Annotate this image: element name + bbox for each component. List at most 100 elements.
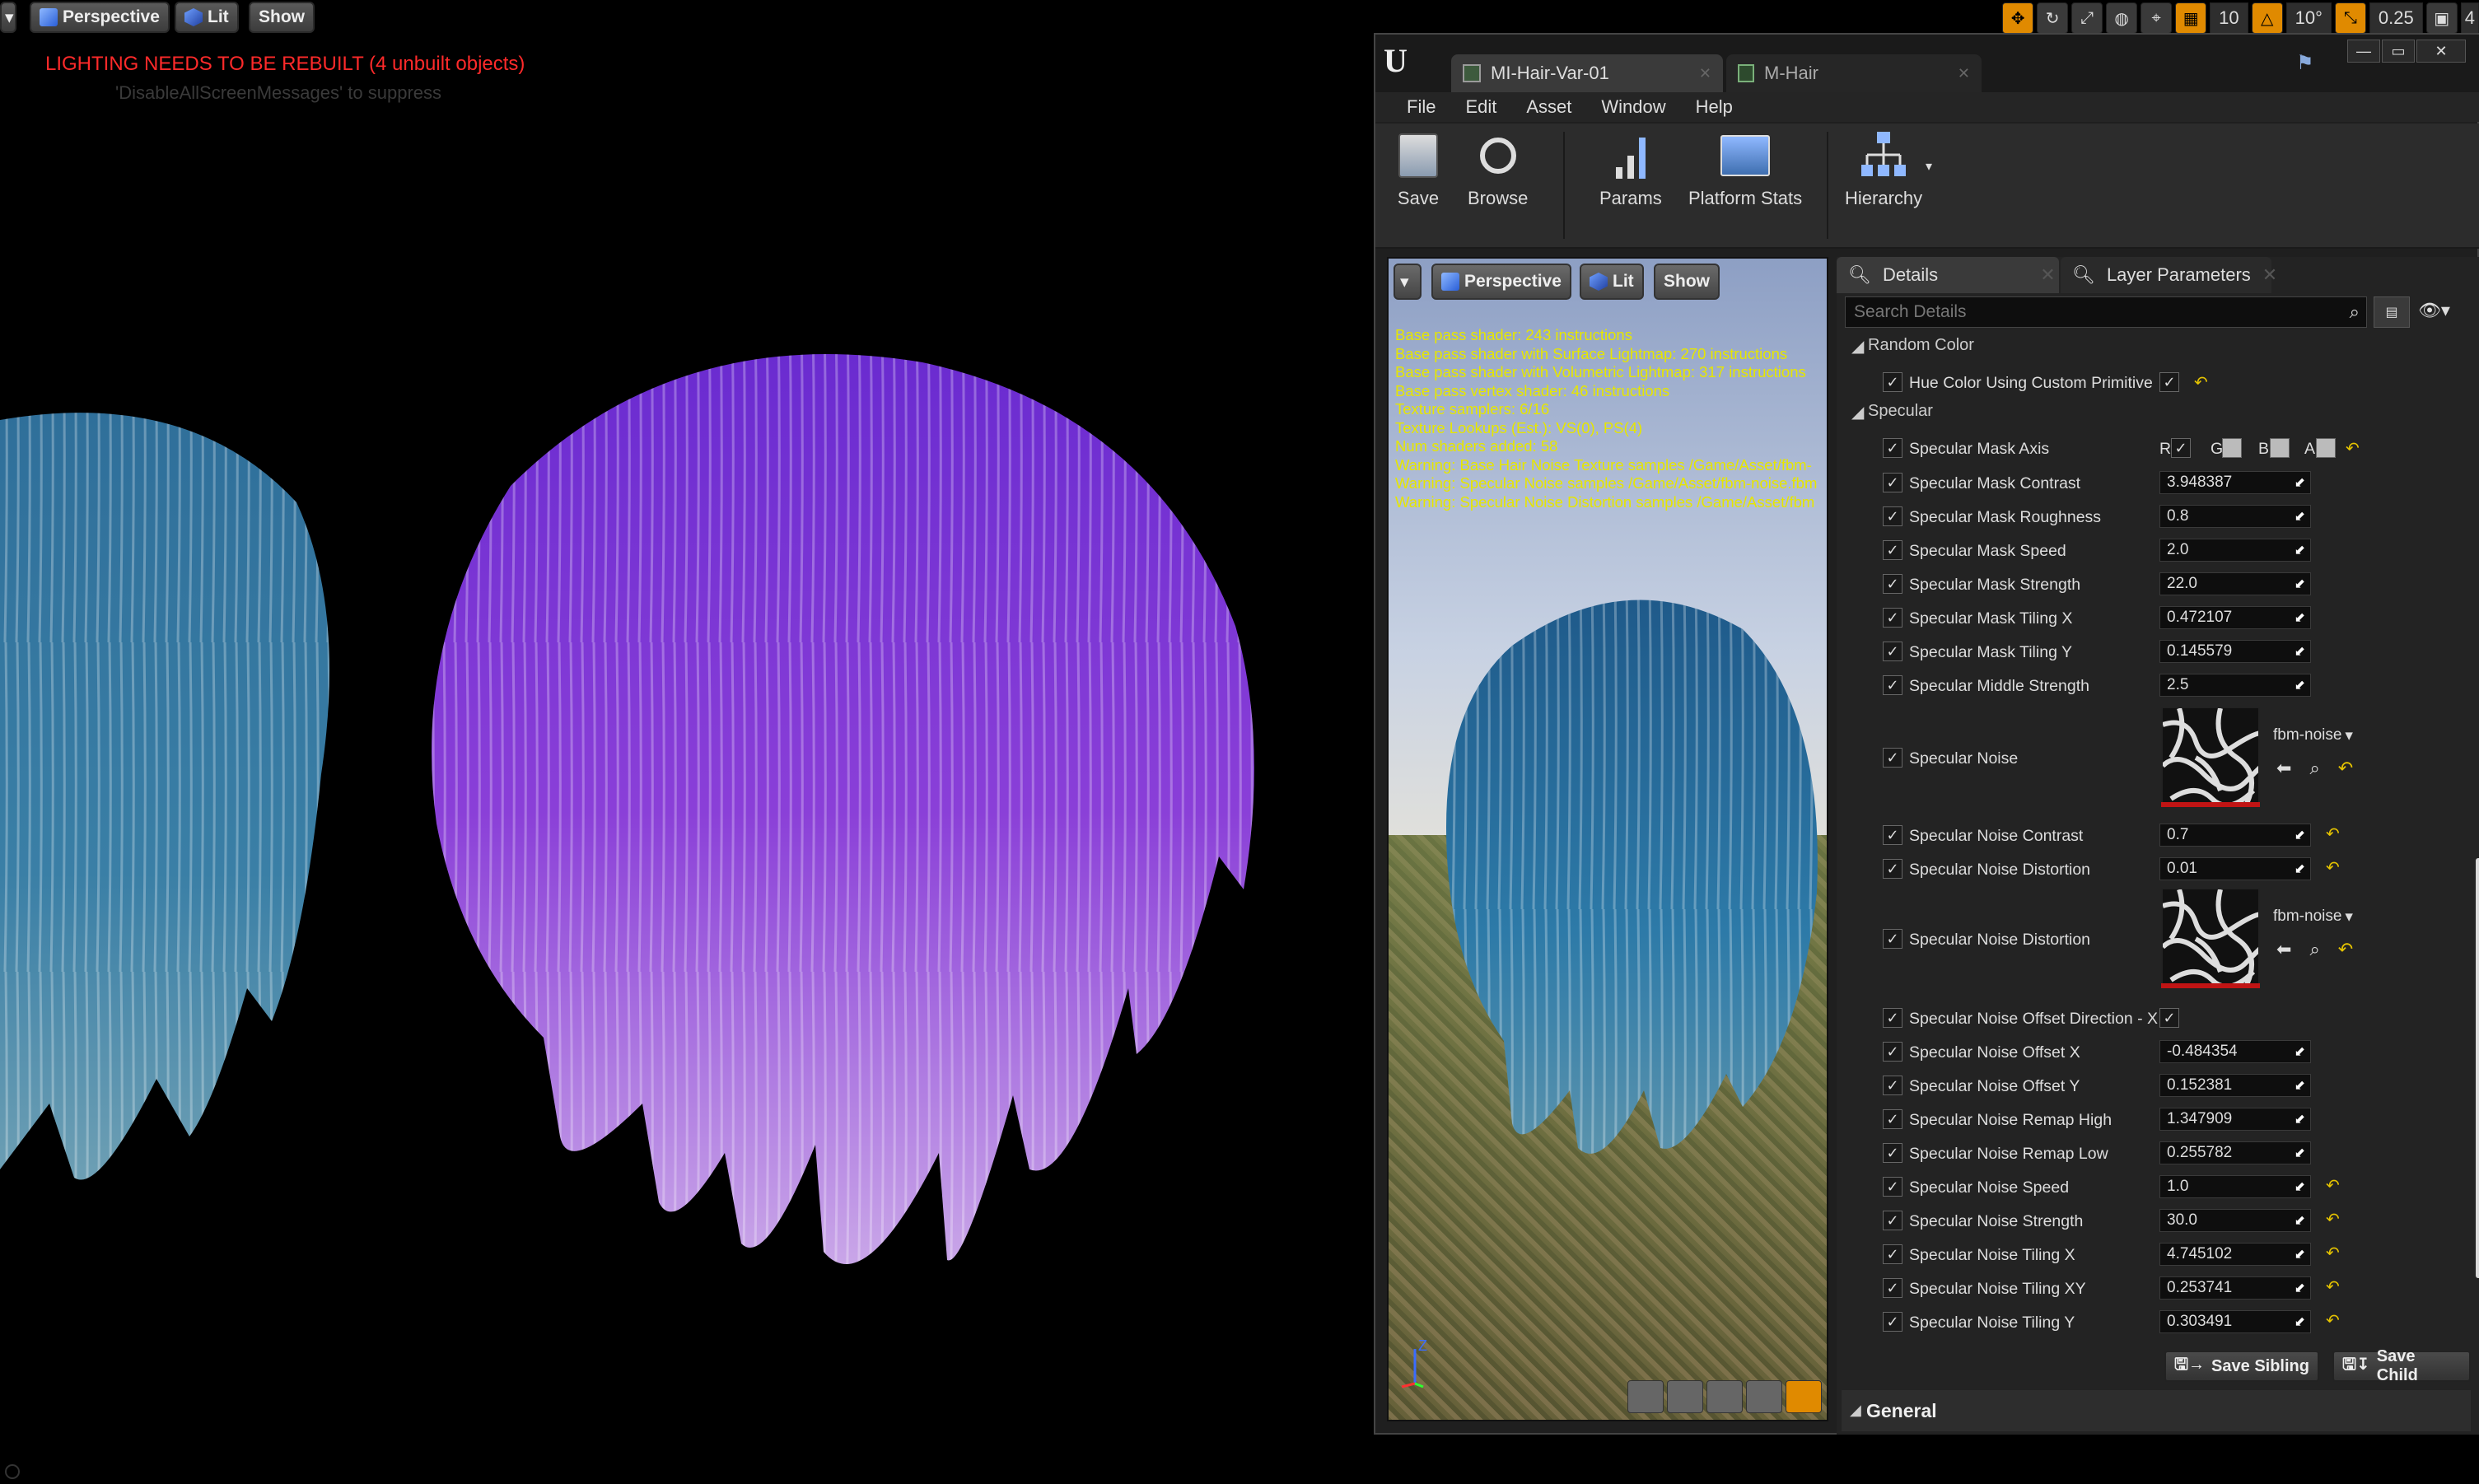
override-checkbox[interactable]: ✓ (1883, 506, 1902, 526)
reset-icon[interactable]: ↶ (2326, 857, 2340, 878)
rotation-snap-icon[interactable]: △ (2251, 2, 2283, 34)
save-sibling-button[interactable]: 🖫︎→ Save Sibling (2164, 1351, 2319, 1382)
preview-perspective-button[interactable]: Perspective (1431, 264, 1571, 300)
reset-icon[interactable]: ↶ (2326, 1276, 2340, 1297)
browse-button[interactable]: Browse (1468, 128, 1528, 209)
tab-mi-hair-var-01[interactable]: MI-Hair-Var-01 ✕ (1451, 54, 1723, 92)
channel-b-checkbox[interactable] (2270, 438, 2290, 458)
override-checkbox[interactable]: ✓ (1883, 1109, 1902, 1129)
override-checkbox[interactable]: ✓ (1883, 642, 1902, 661)
save-button[interactable]: Save (1394, 128, 1443, 209)
close-tab-icon[interactable]: ✕ (1958, 65, 1970, 82)
lit-button[interactable]: Lit (175, 2, 239, 33)
tab-m-hair[interactable]: M-Hair ✕ (1726, 54, 1982, 92)
value-input[interactable]: 0.8 ⬋ (2159, 505, 2311, 528)
override-checkbox[interactable]: ✓ (1883, 859, 1902, 879)
reset-icon[interactable]: ↶ (2338, 939, 2353, 960)
close-tab-icon[interactable]: ✕ (1699, 65, 1711, 82)
mesh-preview-button[interactable] (1786, 1380, 1822, 1413)
view-options-button[interactable]: ▤ (2374, 296, 2410, 328)
value-input[interactable]: 3.948387 ⬋ (2159, 471, 2311, 494)
world-icon[interactable]: ◍ (2106, 2, 2138, 34)
reset-icon[interactable]: ↶ (2338, 758, 2353, 779)
preview-show-button[interactable]: Show (1654, 264, 1720, 300)
menu-window[interactable]: Window (1586, 96, 1680, 118)
override-checkbox[interactable]: ✓ (1883, 929, 1902, 949)
menu-help[interactable]: Help (1681, 96, 1748, 118)
camera-speed-value[interactable]: 4 (2460, 2, 2479, 34)
reset-icon[interactable]: ↶ (2326, 1175, 2340, 1196)
use-selected-icon[interactable]: ⬅ (2276, 758, 2291, 779)
value-input[interactable]: 0.255782 ⬋ (2159, 1141, 2311, 1164)
maximize-button[interactable]: ▭ (2382, 40, 2415, 63)
distortion-texture-dropdown[interactable]: fbm-noise ▾ (2273, 904, 2372, 929)
value-input[interactable]: 2.0 ⬋ (2159, 539, 2311, 562)
override-checkbox[interactable]: ✓ (1883, 574, 1902, 594)
override-checkbox[interactable]: ✓ (1883, 1278, 1902, 1298)
override-checkbox[interactable]: ✓ (1883, 1042, 1902, 1062)
value-input[interactable]: 0.01 ⬋ (2159, 857, 2311, 880)
preview-lit-button[interactable]: Lit (1580, 264, 1644, 300)
search-details-input[interactable]: Search Details ⌕ (1845, 296, 2367, 328)
value-input[interactable]: 30.0 ⬋ (2159, 1209, 2311, 1232)
override-checkbox[interactable]: ✓ (1883, 1177, 1902, 1197)
value-input[interactable]: 0.7 ⬋ (2159, 824, 2311, 847)
value-input[interactable]: 1.347909 ⬋ (2159, 1108, 2311, 1131)
params-button[interactable]: Params (1599, 128, 1662, 209)
channel-r-checkbox[interactable]: ✓ (2171, 438, 2191, 458)
override-checkbox[interactable]: ✓ (1883, 438, 1902, 458)
value-input[interactable]: 0.145579 ⬋ (2159, 640, 2311, 663)
distortion-texture-thumbnail[interactable] (2161, 888, 2260, 987)
noise-texture-dropdown[interactable]: fbm-noise ▾ (2273, 723, 2372, 748)
override-checkbox[interactable]: ✓ (1883, 372, 1902, 392)
override-checkbox[interactable]: ✓ (1883, 825, 1902, 845)
close-tab-icon[interactable]: ✕ (2262, 264, 2277, 286)
reset-icon[interactable]: ↶ (2326, 824, 2340, 844)
use-selected-icon[interactable]: ⬅ (2276, 939, 2291, 960)
override-checkbox[interactable]: ✓ (1883, 1143, 1902, 1163)
details-scrollbar[interactable] (2476, 858, 2479, 1278)
offset-direction-checkbox[interactable]: ✓ (2159, 1008, 2179, 1028)
override-checkbox[interactable]: ✓ (1883, 473, 1902, 492)
main-viewport[interactable]: ▾ Perspective Lit Show LIGHTING NEEDS TO… (0, 0, 1374, 1484)
pin-icon[interactable]: ⚑ (2296, 51, 2314, 75)
platform-stats-button[interactable]: Platform Stats (1688, 128, 1802, 209)
value-input[interactable]: 0.303491 ⬋ (2159, 1310, 2311, 1333)
reset-icon[interactable]: ↶ (2326, 1209, 2340, 1230)
close-window-button[interactable]: ✕ (2416, 40, 2466, 63)
noise-texture-thumbnail[interactable] (2161, 707, 2260, 805)
menu-edit[interactable]: Edit (1450, 96, 1511, 118)
scale-icon[interactable]: ⤢ (2071, 2, 2103, 34)
browse-asset-icon[interactable]: ⌕ (2309, 939, 2319, 960)
menu-file[interactable]: File (1392, 96, 1450, 118)
hierarchy-dropdown-icon[interactable]: ▾ (1926, 158, 1932, 175)
reset-icon[interactable]: ↶ (2346, 438, 2360, 459)
close-tab-icon[interactable]: ✕ (2040, 264, 2055, 286)
value-input[interactable]: 0.253741 ⬋ (2159, 1276, 2311, 1300)
scale-snap-value[interactable]: 0.25 (2369, 2, 2423, 34)
reset-icon[interactable]: ↶ (2326, 1243, 2340, 1263)
rotation-snap-value[interactable]: 10° (2285, 2, 2332, 34)
browse-asset-icon[interactable]: ⌕ (2309, 758, 2319, 779)
override-checkbox[interactable]: ✓ (1883, 608, 1902, 628)
hue-value-checkbox[interactable]: ✓ (2159, 372, 2179, 392)
value-input[interactable]: 0.472107 ⬋ (2159, 606, 2311, 629)
translate-icon[interactable]: ✥ (2002, 2, 2034, 34)
viewport-menu-button[interactable]: ▾ (0, 2, 16, 33)
override-checkbox[interactable]: ✓ (1883, 1008, 1902, 1028)
category-general[interactable]: ◢ General (1842, 1390, 2471, 1431)
save-child-button[interactable]: 🖫︎↧ Save Child (2332, 1347, 2471, 1384)
category-specular[interactable]: ◢ Specular (1837, 402, 2471, 427)
value-input[interactable]: 4.745102 ⬋ (2159, 1243, 2311, 1266)
override-checkbox[interactable]: ✓ (1883, 1312, 1902, 1332)
sphere-preview-button[interactable] (1667, 1380, 1703, 1413)
tab-details[interactable]: 🔍︎ Details ✕ (1837, 259, 2056, 292)
override-checkbox[interactable]: ✓ (1883, 1244, 1902, 1264)
override-checkbox[interactable]: ✓ (1883, 1076, 1902, 1095)
grid-snap-icon[interactable]: ▦ (2175, 2, 2207, 34)
value-input[interactable]: -0.484354 ⬋ (2159, 1040, 2311, 1063)
override-checkbox[interactable]: ✓ (1883, 1211, 1902, 1230)
surface-snap-icon[interactable]: ⌖ (2141, 2, 2173, 34)
hierarchy-button[interactable]: Hierarchy (1845, 128, 1922, 209)
scale-snap-icon[interactable]: ⤡ (2334, 2, 2366, 34)
